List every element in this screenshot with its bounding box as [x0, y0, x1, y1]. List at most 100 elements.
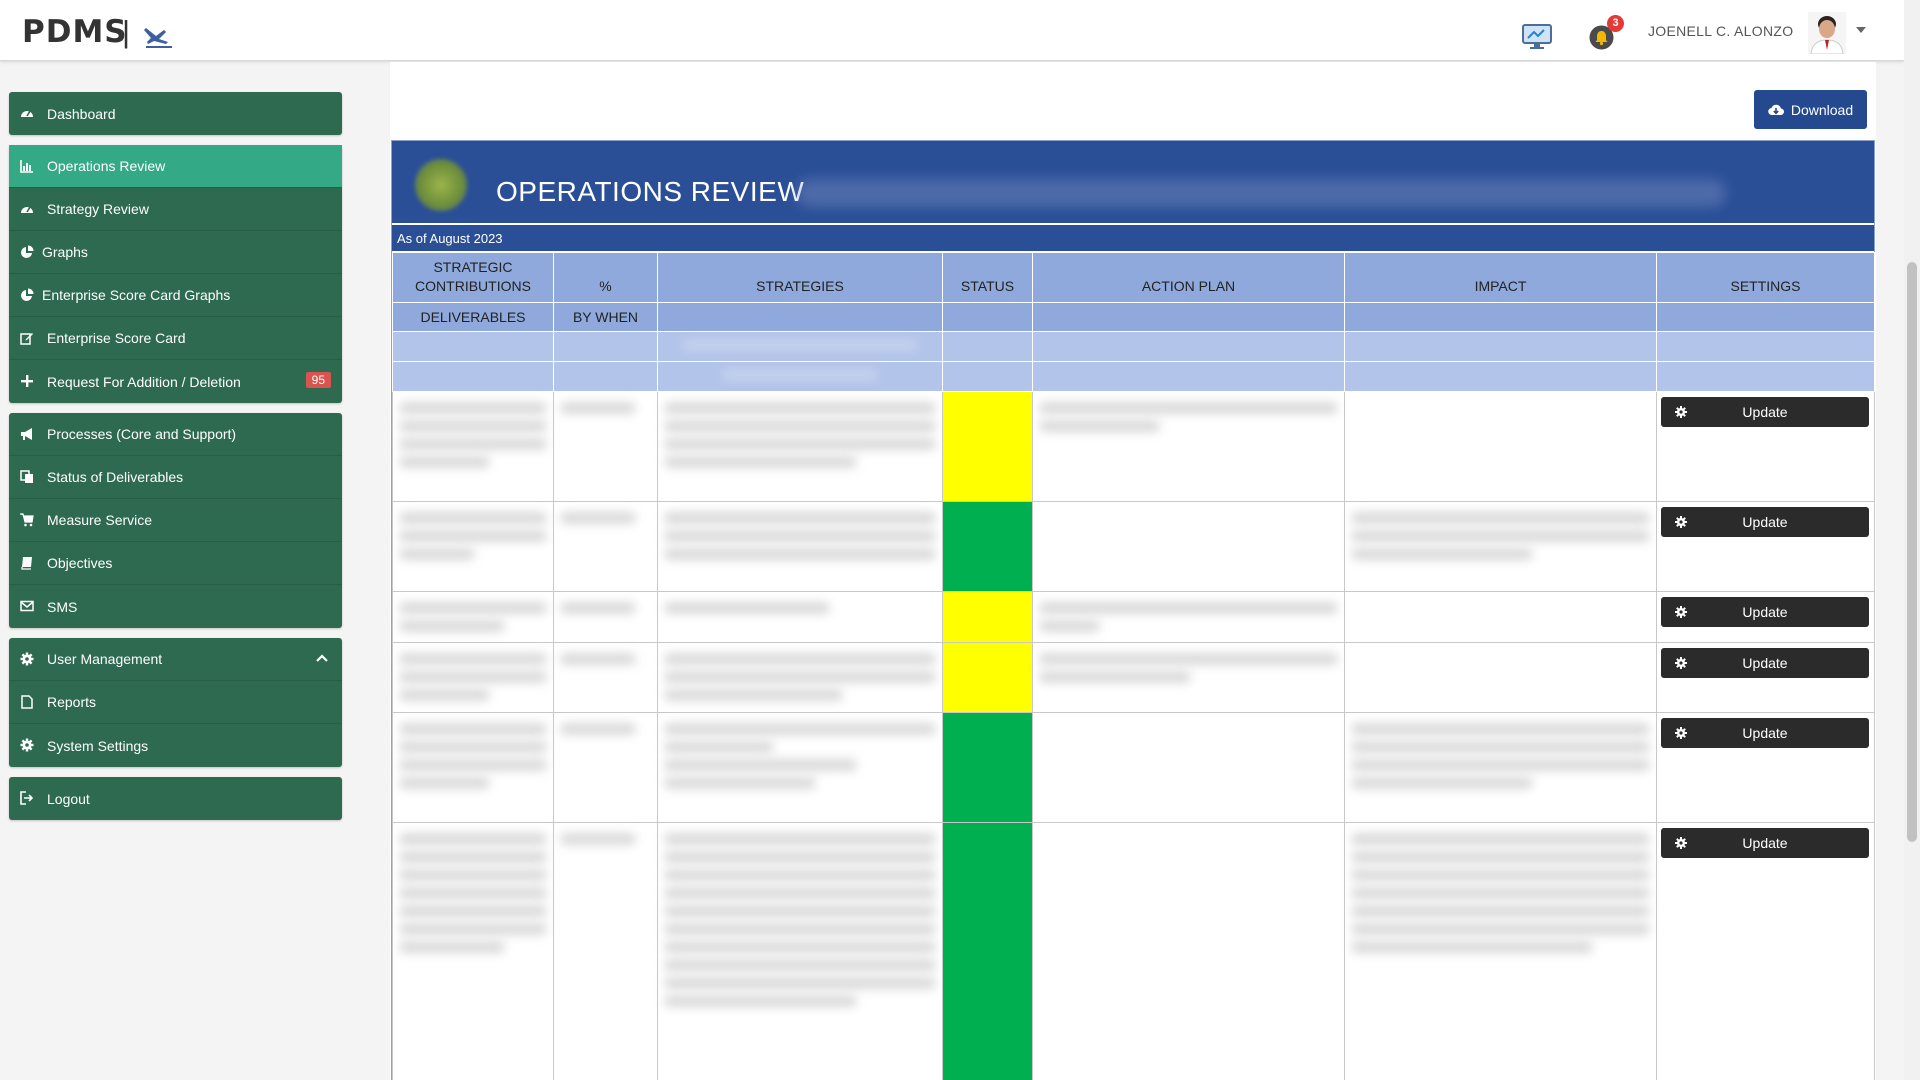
sidebar-item-objectives[interactable]: Objectives — [9, 542, 342, 585]
status-cell-yellow — [942, 642, 1033, 713]
sidebar-item-label: Measure Service — [47, 512, 153, 528]
cart-icon — [20, 513, 34, 527]
sidebar-item-enterprise-score-card[interactable]: Enterprise Score Card — [9, 317, 342, 360]
sidebar-item-measure-service[interactable]: Measure Service — [9, 499, 342, 542]
update-button[interactable]: Update — [1661, 507, 1869, 537]
sidebar-item-label: Dashboard — [47, 105, 116, 122]
user-name[interactable]: JOENELL C. ALONZO — [1648, 23, 1793, 39]
user-avatar[interactable] — [1808, 12, 1846, 54]
download-button[interactable]: Download — [1754, 90, 1867, 129]
gear-icon — [1675, 406, 1687, 418]
report-subtitle-redacted — [796, 179, 1726, 207]
column-header-empty — [1344, 302, 1657, 332]
nav-group-main: Dashboard — [9, 92, 342, 135]
sidebar-item-label: Objectives — [47, 555, 113, 571]
gear-icon — [1675, 837, 1687, 849]
status-cell-yellow — [942, 591, 1033, 643]
dashboard-icon — [21, 206, 33, 213]
sidebar-item-strategy-review[interactable]: Strategy Review — [9, 188, 342, 231]
sidebar-item-operations-review[interactable]: Operations Review — [9, 145, 342, 188]
bullhorn-icon — [21, 428, 32, 440]
nav-group-reviews: Operations Review Strategy Review Graphs… — [9, 145, 342, 403]
monitor-icon[interactable] — [1522, 24, 1552, 50]
gear-icon — [1675, 657, 1687, 669]
column-header-percent: % — [553, 252, 658, 303]
request-count-badge: 95 — [305, 372, 331, 388]
sidebar-item-graphs[interactable]: Graphs — [9, 231, 342, 274]
sidebar-item-reports[interactable]: Reports — [9, 681, 342, 724]
nav-group-admin: User Management Reports System Settings — [9, 638, 342, 767]
pie-chart-icon — [21, 245, 34, 258]
gear-icon — [20, 738, 34, 752]
sidebar: Dashboard Operations Review Strategy Rev… — [9, 92, 342, 830]
column-header-strategies: STRATEGIES — [657, 252, 943, 303]
brand-name[interactable]: PDMS — [22, 14, 128, 50]
table-row: Update — [392, 501, 1875, 592]
sidebar-item-label: Status of Deliverables — [47, 469, 184, 485]
table-row: Update — [392, 712, 1875, 823]
sidebar-item-label: User Management — [47, 651, 163, 667]
gear-icon — [1675, 516, 1687, 528]
page-scrollbar[interactable] — [1904, 0, 1920, 1080]
sidebar-item-label: Strategy Review — [47, 201, 149, 217]
download-label: Download — [1790, 101, 1854, 118]
gear-icon — [20, 652, 34, 666]
column-header-impact: IMPACT — [1344, 252, 1657, 303]
sidebar-item-label: System Settings — [47, 737, 149, 754]
chevron-up-icon[interactable] — [316, 654, 328, 662]
column-header-empty — [1032, 302, 1345, 332]
scrollbar-thumb[interactable] — [1907, 262, 1917, 842]
sidebar-item-enterprise-score-card-graphs[interactable]: Enterprise Score Card Graphs — [9, 274, 342, 317]
main-content: Download OPERATIONS REVIEW As of August … — [390, 62, 1876, 1080]
sidebar-item-label: Operations Review — [47, 158, 166, 174]
bar-chart-icon — [20, 160, 33, 173]
operations-table: STRATEGIC CONTRIBUTIONS % STRATEGIES STA… — [392, 252, 1875, 1080]
plus-icon — [21, 375, 33, 387]
user-menu-caret-icon[interactable] — [1856, 26, 1866, 34]
table-row: Update — [392, 642, 1875, 713]
table-row: Update — [392, 591, 1875, 643]
column-header-deliverables: DELIVERABLES — [392, 302, 554, 332]
edit-icon — [20, 333, 33, 345]
sidebar-item-processes[interactable]: Processes (Core and Support) — [9, 413, 342, 456]
status-cell-yellow — [942, 391, 1033, 502]
dashboard-icon — [21, 110, 33, 117]
status-cell-green — [942, 712, 1033, 823]
brand-separator: | — [122, 14, 131, 49]
column-header-status: STATUS — [942, 252, 1033, 303]
nav-group-logout: Logout — [9, 777, 342, 820]
sidebar-item-label: Reports — [47, 694, 97, 710]
sidebar-item-label: Request For Addition / Deletion — [47, 373, 241, 390]
sidebar-item-label: Enterprise Score Card Graphs — [42, 287, 231, 303]
airplane-logo-icon — [144, 28, 172, 48]
update-button[interactable]: Update — [1661, 828, 1869, 858]
update-button[interactable]: Update — [1661, 718, 1869, 748]
sidebar-item-label: SMS — [47, 598, 78, 615]
envelope-icon — [20, 600, 34, 612]
table-row: Update — [392, 391, 1875, 502]
group-row — [392, 361, 1875, 392]
sidebar-item-request-addition-deletion[interactable]: Request For Addition / Deletion 95 — [9, 360, 342, 403]
column-header-action-plan: ACTION PLAN — [1032, 252, 1345, 303]
status-cell-green — [942, 501, 1033, 592]
pie-chart-icon — [21, 288, 34, 301]
sign-out-icon — [20, 791, 34, 805]
sidebar-item-status-of-deliverables[interactable]: Status of Deliverables — [9, 456, 342, 499]
group-row — [392, 331, 1875, 362]
report-title: OPERATIONS REVIEW — [496, 176, 805, 207]
sidebar-item-system-settings[interactable]: System Settings — [9, 724, 342, 767]
sidebar-item-logout[interactable]: Logout — [9, 777, 342, 820]
column-header-empty — [942, 302, 1033, 332]
update-button[interactable]: Update — [1661, 648, 1869, 678]
update-button[interactable]: Update — [1661, 397, 1869, 427]
column-header-empty — [657, 302, 943, 332]
update-button[interactable]: Update — [1661, 597, 1869, 627]
table-row: Update — [392, 822, 1875, 1080]
operations-review-report: OPERATIONS REVIEW As of August 2023 STRA… — [391, 140, 1875, 1080]
notification-count-badge: 3 — [1607, 15, 1624, 32]
file-icon — [21, 695, 33, 709]
gear-icon — [1675, 727, 1687, 739]
sidebar-item-sms[interactable]: SMS — [9, 585, 342, 628]
sidebar-item-dashboard[interactable]: Dashboard — [9, 92, 342, 135]
sidebar-item-user-management[interactable]: User Management — [9, 638, 342, 681]
